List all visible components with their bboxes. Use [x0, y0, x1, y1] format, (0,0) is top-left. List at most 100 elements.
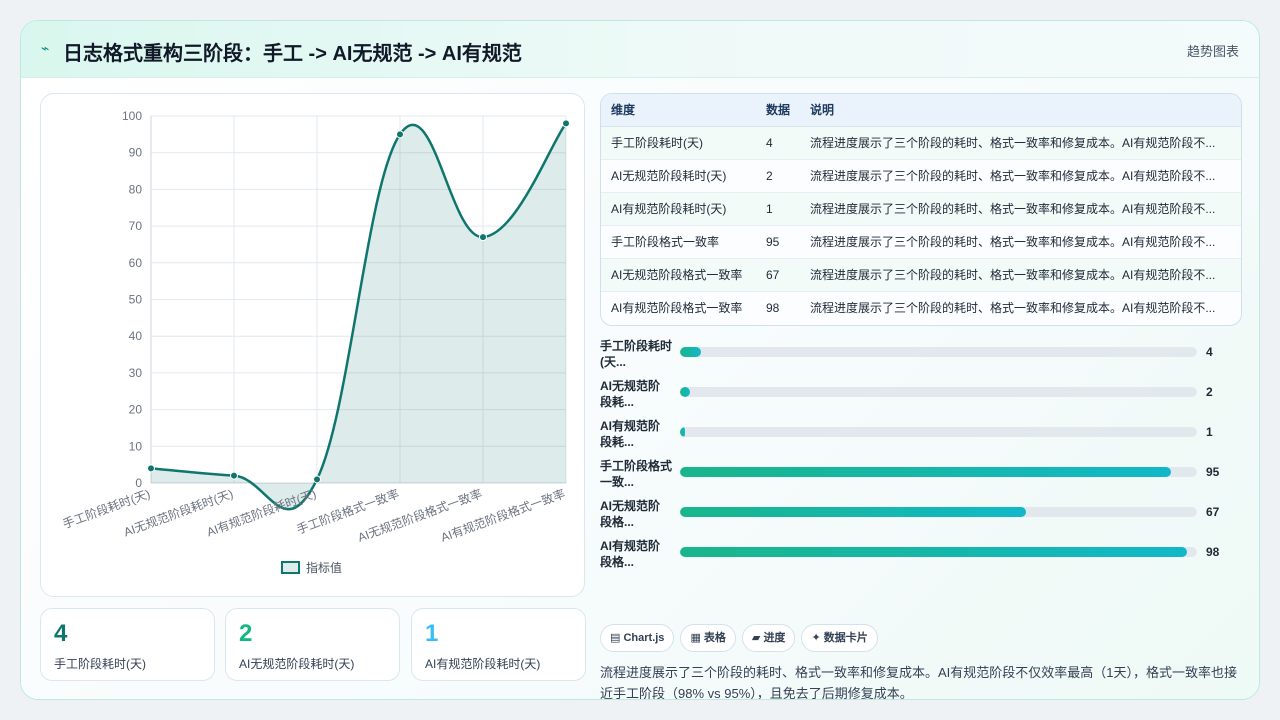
progress-value: 67 — [1206, 505, 1220, 519]
data-point — [396, 130, 404, 139]
table-header-row: 维度 数据 说明 — [601, 94, 1241, 127]
chip-progress[interactable]: ▰ 进度 — [741, 624, 796, 652]
table-cell: 流程进度展示了三个阶段的耗时、格式一致率和修复成本。AI有规范阶段不... — [800, 258, 1241, 292]
kpi-value: 1 — [425, 620, 439, 647]
header-tag: 趋势图表 — [1186, 44, 1239, 59]
progress-label: AI无规范阶 段格... — [600, 499, 661, 529]
kpi-card-ai-spec: 1 AI有规范阶段耗时(天) — [411, 608, 586, 681]
progress-value: 2 — [1206, 385, 1213, 399]
progress-row: 手工阶段格式 一致... 95 — [600, 458, 1242, 498]
progress-fill — [680, 547, 1187, 557]
kpi-card-ai-no-spec: 2 AI无规范阶段耗时(天) — [225, 608, 400, 681]
y-tick-label: 60 — [129, 256, 143, 270]
table-row: AI无规范阶段格式一致率 67 流程进度展示了三个阶段的耗时、格式一致率和修复成… — [601, 258, 1241, 292]
legend-swatch — [281, 561, 300, 574]
table-cell: AI有规范阶段耗时(天) — [601, 192, 756, 226]
table-cell: 1 — [756, 192, 800, 226]
table-cell: 67 — [756, 258, 800, 292]
progress-list: 手工阶段耗时 (天... 4 AI无规范阶 段耗... 2 AI有规范阶 段耗... … — [600, 338, 1242, 598]
progress-label: AI无规范阶 段耗... — [600, 379, 661, 409]
y-tick-label: 40 — [129, 329, 143, 343]
header: ⌁ 日志格式重构三阶段：手工 -> AI无规范 -> AI有规范 趋势图表 — [21, 21, 1259, 78]
progress-fill — [680, 347, 701, 357]
progress-label: AI有规范阶 段格... — [600, 539, 661, 569]
progress-track — [680, 347, 1197, 357]
card-icon: ✦ — [811, 632, 821, 644]
data-point — [562, 119, 570, 128]
table-row: AI有规范阶段耗时(天) 1 流程进度展示了三个阶段的耗时、格式一致率和修复成本… — [601, 192, 1241, 226]
table-icon: ▦ — [690, 632, 701, 644]
table-row: 手工阶段格式一致率 95 流程进度展示了三个阶段的耗时、格式一致率和修复成本。A… — [601, 225, 1241, 259]
table-cell: 4 — [756, 126, 800, 160]
summary-text: 流程进度展示了三个阶段的耗时、格式一致率和修复成本。AI有规范阶段不仅效率最高（… — [600, 665, 1238, 700]
progress-fill — [680, 427, 686, 437]
table-cell: 95 — [756, 225, 800, 259]
chip-chartjs[interactable]: ▤ Chart.js — [600, 624, 675, 652]
table-cell: 98 — [766, 300, 780, 315]
y-tick-label: 90 — [129, 146, 143, 160]
table-cell: 流程进度展示了三个阶段的耗时、格式一致率和修复成本。AI有规范阶段不... — [810, 301, 1216, 316]
progress-track — [680, 547, 1197, 557]
progress-row: AI无规范阶 段耗... 2 — [600, 378, 1242, 418]
progress-track — [680, 467, 1197, 477]
progress-value: 1 — [1206, 425, 1213, 439]
progress-label: AI有规范阶 段耗... — [600, 419, 661, 449]
table-cell: 2 — [756, 159, 800, 193]
kpi-card-manual: 4 手工阶段耗时(天) — [40, 608, 215, 681]
progress-fill — [680, 467, 1172, 477]
kpi-label: 手工阶段耗时(天) — [54, 657, 146, 671]
y-tick-label: 80 — [129, 182, 143, 196]
data-point — [313, 475, 321, 484]
data-table: 维度 数据 说明 手工阶段耗时(天) 4 流程进度展示了三个阶段的耗时、格式一致… — [600, 93, 1242, 326]
data-point — [479, 233, 487, 242]
y-tick-label: 50 — [129, 293, 143, 307]
series-area — [151, 123, 566, 510]
sparkline-icon: ⌁ — [41, 40, 50, 56]
progress-track — [680, 427, 1197, 437]
table-cell: 手工阶段格式一致率 — [601, 225, 756, 259]
chip-data-card[interactable]: ✦ 数据卡片 — [801, 624, 878, 652]
column-header: 维度 — [601, 94, 756, 127]
area-chart: 0102030405060708090100手工阶段耗时(天)AI无规范阶段耗时… — [60, 109, 570, 575]
y-tick-label: 70 — [129, 219, 143, 233]
table-cell: 流程进度展示了三个阶段的耗时、格式一致率和修复成本。AI有规范阶段不... — [800, 159, 1241, 193]
progress-label: 手工阶段格式 一致... — [600, 459, 673, 489]
kpi-value: 2 — [239, 620, 253, 647]
column-header: 说明 — [800, 94, 1241, 127]
progress-row: AI有规范阶 段格... 98 — [600, 538, 1242, 578]
progress-value: 98 — [1206, 545, 1220, 559]
progress-row: AI无规范阶 段格... 67 — [600, 498, 1242, 538]
y-tick-label: 20 — [129, 403, 143, 417]
chart-panel: 0 10 20 30 40 50 60 70 80 90 100 手工阶段耗时(天) AI无规范阶段耗时… — [40, 93, 585, 597]
progress-row: AI有规范阶 段耗... 1 — [600, 418, 1242, 458]
progress-track — [680, 387, 1197, 397]
progress-icon: ▰ — [751, 632, 761, 644]
table-cell: 流程进度展示了三个阶段的耗时、格式一致率和修复成本。AI有规范阶段不... — [800, 225, 1241, 259]
progress-fill — [680, 507, 1027, 517]
kpi-value: 4 — [54, 620, 68, 647]
y-tick-label: 10 — [129, 439, 143, 453]
table-cell: 流程进度展示了三个阶段的耗时、格式一致率和修复成本。AI有规范阶段不... — [800, 126, 1241, 160]
progress-track — [680, 507, 1197, 517]
column-header: 数据 — [756, 94, 800, 127]
chart-icon: ▤ — [610, 632, 621, 644]
chip-table[interactable]: ▦ 表格 — [680, 624, 736, 652]
data-point — [230, 471, 238, 480]
legend-label: 指标值 — [306, 560, 342, 575]
progress-label: 手工阶段耗时 (天... — [600, 339, 673, 369]
feature-chips: ▤ Chart.js ▦ 表格 ▰ 进度 ✦ 数据卡片 — [600, 624, 884, 652]
progress-value: 95 — [1206, 465, 1220, 479]
page-title: 日志格式重构三阶段：手工 -> AI无规范 -> AI有规范 — [63, 43, 522, 65]
y-tick-label: 100 — [122, 109, 142, 123]
table-cell: 手工阶段耗时(天) — [601, 126, 756, 160]
dashboard-card: ⌁ 日志格式重构三阶段：手工 -> AI无规范 -> AI有规范 趋势图表 01… — [20, 20, 1260, 700]
progress-value: 4 — [1206, 345, 1213, 359]
table-row: AI无规范阶段耗时(天) 2 流程进度展示了三个阶段的耗时、格式一致率和修复成本… — [601, 159, 1241, 193]
kpi-label: AI有规范阶段耗时(天) — [425, 657, 541, 671]
content-area: 0 10 20 30 40 50 60 70 80 90 100 手工阶段耗时(天) AI无规范阶段耗时… — [21, 78, 1259, 700]
table-row: AI有规范阶段格式一致率 98 流程进度展示了三个阶段的耗时、格式一致率和修复成… — [601, 291, 1241, 324]
progress-fill — [680, 387, 691, 397]
table-cell: AI无规范阶段格式一致率 — [601, 258, 756, 292]
table-row: 手工阶段耗时(天) 4 流程进度展示了三个阶段的耗时、格式一致率和修复成本。AI… — [601, 126, 1241, 160]
kpi-label: AI无规范阶段耗时(天) — [239, 657, 355, 671]
